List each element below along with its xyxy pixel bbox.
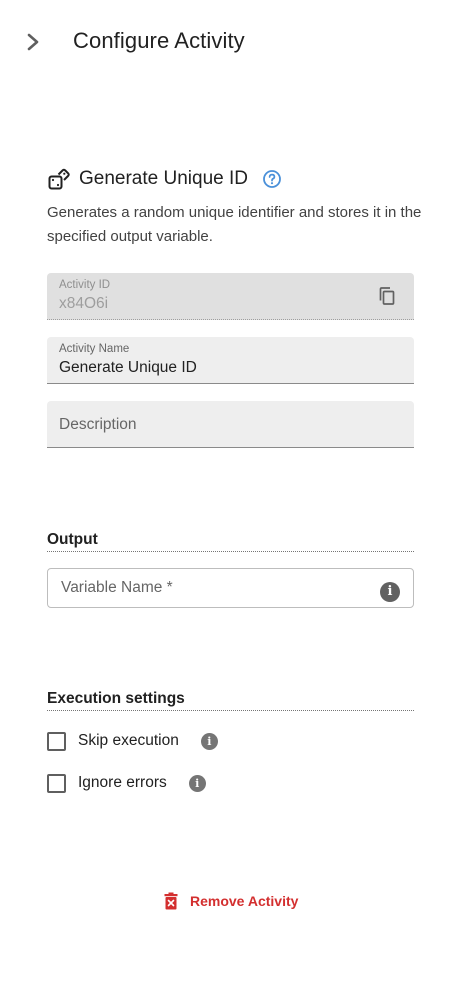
skip-execution-option[interactable]: Skip execution i xyxy=(47,729,218,753)
activity-name-label: Activity Name xyxy=(59,343,130,355)
dice-icon xyxy=(48,168,70,190)
ignore-errors-option[interactable]: Ignore errors i xyxy=(47,771,206,795)
activity-name-field[interactable]: Activity Name Generate Unique ID xyxy=(47,337,414,384)
activity-id-field: Activity ID x84O6i xyxy=(47,273,414,320)
description-placeholder: Description xyxy=(59,416,137,433)
copy-icon[interactable] xyxy=(377,286,397,306)
output-section-title: Output xyxy=(47,531,414,552)
ignore-errors-checkbox[interactable] xyxy=(47,773,66,793)
remove-activity-button[interactable]: Remove Activity xyxy=(163,890,298,912)
skip-execution-label: Skip execution xyxy=(78,732,179,749)
description-field[interactable]: Description xyxy=(47,401,414,448)
info-icon[interactable]: i xyxy=(200,732,218,750)
execution-section-title: Execution settings xyxy=(47,690,414,711)
variable-name-input[interactable]: Variable Name * i xyxy=(47,568,414,608)
chevron-right-icon[interactable] xyxy=(22,30,44,54)
page-title: Configure Activity xyxy=(73,28,245,53)
trash-icon xyxy=(164,892,178,910)
activity-id-value: x84O6i xyxy=(59,295,109,312)
variable-name-placeholder: Variable Name * xyxy=(61,579,173,596)
activity-title: Generate Unique ID xyxy=(79,168,248,189)
activity-description: Generates a random unique identifier and… xyxy=(47,204,422,245)
info-icon[interactable]: i xyxy=(380,582,400,602)
activity-heading: Generate Unique ID xyxy=(47,165,427,193)
info-icon[interactable]: i xyxy=(188,774,206,792)
remove-activity-label: Remove Activity xyxy=(190,893,299,909)
activity-id-label: Activity ID xyxy=(59,279,111,291)
ignore-errors-label: Ignore errors xyxy=(78,774,167,791)
panel-header: Configure Activity xyxy=(0,0,470,84)
help-circle-icon[interactable] xyxy=(262,169,282,189)
skip-execution-checkbox[interactable] xyxy=(47,731,66,751)
activity-name-value[interactable]: Generate Unique ID xyxy=(59,359,197,377)
